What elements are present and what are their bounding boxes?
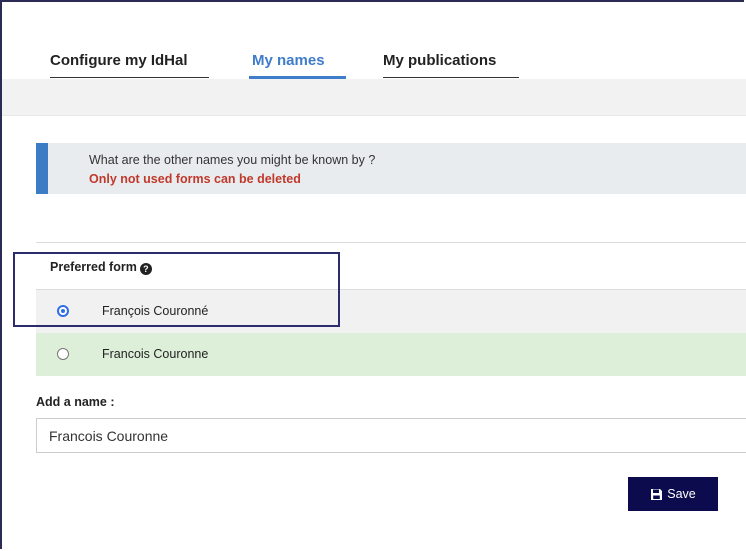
tab-configure-idhal[interactable]: Configure my IdHal <box>50 50 209 78</box>
tab-underline <box>383 77 519 78</box>
tab-my-publications[interactable]: My publications <box>383 50 519 78</box>
tab-my-names-label: My names <box>252 52 325 69</box>
floppy-disk-icon <box>650 488 663 501</box>
add-name-label: Add a name : <box>36 395 115 409</box>
name-option-label: Francois Couronne <box>102 347 209 361</box>
info-warning: Only not used forms can be deleted <box>89 172 301 186</box>
tab-my-publications-label: My publications <box>383 52 497 69</box>
info-question: What are the other names you might be kn… <box>89 153 376 167</box>
info-accent-bar <box>36 143 48 194</box>
save-button-label: Save <box>667 487 696 501</box>
info-box: What are the other names you might be kn… <box>36 143 746 194</box>
divider <box>36 242 746 243</box>
add-name-input[interactable] <box>36 418 746 453</box>
name-option-row[interactable]: Francois Couronne <box>36 333 746 376</box>
radio-button[interactable] <box>57 348 69 360</box>
tab-content-band <box>2 79 746 116</box>
tab-my-names[interactable]: My names <box>249 50 346 80</box>
tab-configure-idhal-label: Configure my IdHal <box>50 52 188 69</box>
annotation-highlight-box <box>13 252 340 327</box>
save-button[interactable]: Save <box>628 477 718 511</box>
tab-underline <box>50 77 209 78</box>
